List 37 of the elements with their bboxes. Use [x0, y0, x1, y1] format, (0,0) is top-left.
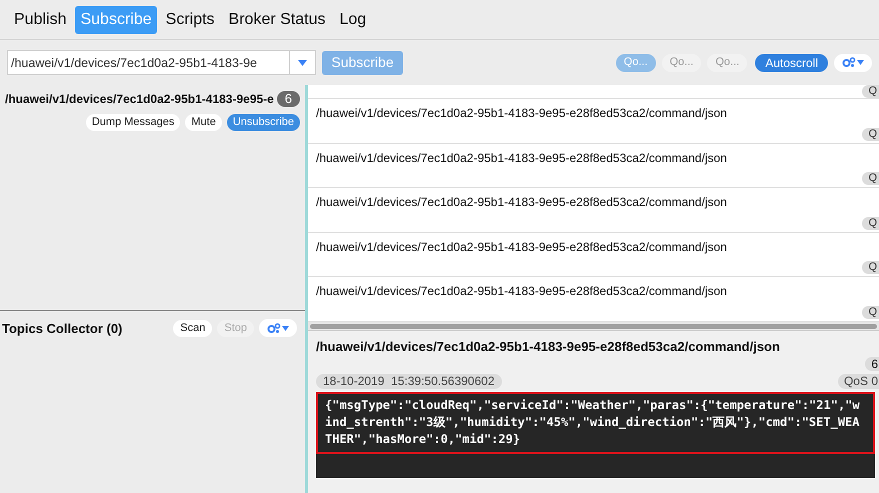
- gear-icon: [842, 57, 856, 68]
- message-count: 6: [276, 91, 300, 107]
- caret-icon: [298, 60, 307, 66]
- message-count: 6: [865, 356, 879, 370]
- tab[interactable]: Log: [334, 6, 372, 34]
- payload-text: {"msgType":"cloudReq","serviceId":"Weather","paras":{"temperature":"21","wind_strenth":"3级","humidity":"45%","wind_direction":"西风"},"cmd":"SET_WEATHER","hasMore":0,"mid":29}: [316, 392, 875, 454]
- qos-label: QoS 0: [838, 374, 879, 388]
- collector-settings-dropdown[interactable]: [259, 319, 297, 337]
- tab[interactable]: Publish: [9, 6, 72, 34]
- message-topic: /huawei/v1/devices/7ec1d0a2-95b1-4183-9e95-e28f8ed53ca2/command/json: [315, 105, 728, 122]
- qos-badge: Q: [862, 85, 879, 98]
- caret-icon: [857, 60, 864, 65]
- caret-icon: [282, 326, 289, 330]
- message-topic: /huawei/v1/devices/7ec1d0a2-95b1-4183-9e95-e28f8ed53ca2/command/json: [315, 194, 728, 211]
- subscription-topic: /huawei/v1/devices/7ec1d0a2-95b1-4183-9e95-e: [5, 91, 274, 108]
- dropdown-button[interactable]: [290, 50, 316, 75]
- message-topic: /huawei/v1/devices/7ec1d0a2-95b1-4183-9e95-e28f8ed53ca2/command/json: [315, 150, 728, 166]
- topic-input[interactable]: /huawei/v1/devices/7ec1d0a2-95b1-4183-9e: [7, 50, 290, 75]
- settings-dropdown[interactable]: [834, 54, 872, 72]
- tab[interactable]: Scripts: [160, 6, 220, 34]
- qos-badge: Q: [862, 216, 879, 230]
- message-topic: /huawei/v1/devices/7ec1d0a2-95b1-4183-9e95-e28f8ed53ca2/command/json: [315, 238, 728, 256]
- subscription-button[interactable]: Mute: [185, 114, 222, 131]
- qos-badge: Q: [862, 128, 879, 140]
- qos-badge: Q: [862, 172, 879, 185]
- scrollbar[interactable]: [310, 324, 877, 328]
- gear-icon: [267, 322, 281, 334]
- autoscroll-button[interactable]: Autoscroll: [755, 54, 828, 72]
- subscription-button[interactable]: Dump Messages: [86, 114, 180, 131]
- collector-button[interactable]: Scan: [173, 320, 212, 336]
- message-topic: /huawei/v1/devices/7ec1d0a2-95b1-4183-9e95-e28f8ed53ca2/command/json: [315, 283, 728, 300]
- qos-badge: Q: [862, 261, 879, 274]
- qos-badge: Q: [862, 306, 879, 318]
- topics-collector-title: Topics Collector (0): [2, 320, 122, 338]
- detail-topic: /huawei/v1/devices/7ec1d0a2-95b1-4183-9e95-e28f8ed53ca2/command/json: [316, 338, 781, 356]
- tab[interactable]: Broker Status: [224, 6, 330, 34]
- timestamp: 18-10-2019 15:39:50.56390602: [316, 374, 502, 388]
